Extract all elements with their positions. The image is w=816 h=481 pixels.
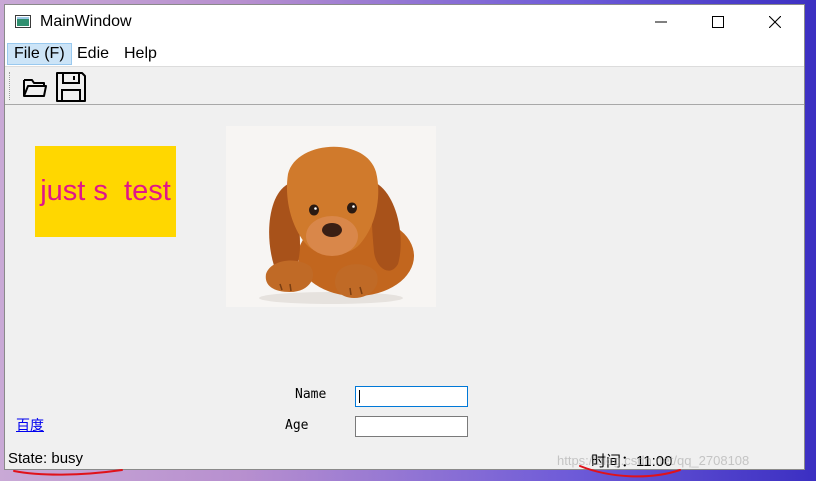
name-input[interactable] (355, 386, 468, 407)
window-title: MainWindow (40, 13, 132, 30)
watermark: https://blog.csdn.net/qq_2708108 (557, 453, 750, 468)
title-bar[interactable]: MainWindow (5, 5, 804, 39)
name-label: Name (295, 387, 327, 402)
minimize-button[interactable] (632, 5, 690, 39)
menu-edit[interactable]: Edie (71, 43, 115, 65)
toolbar-grip[interactable] (9, 72, 12, 100)
save-button[interactable] (54, 70, 88, 104)
open-button[interactable] (18, 70, 52, 104)
main-window: MainWindow File (F) Edie Help just s tes… (4, 4, 805, 470)
app-window-icon (15, 15, 31, 28)
maximize-button[interactable] (689, 5, 747, 39)
age-label: Age (285, 418, 309, 433)
maximize-icon (712, 16, 724, 28)
state-status: State: busy (8, 450, 84, 467)
toolbar (5, 67, 804, 105)
minimize-icon (655, 21, 667, 23)
puppy-image (226, 126, 436, 307)
close-icon (769, 16, 781, 28)
text-caret (359, 390, 360, 403)
dog-illustration (259, 146, 414, 304)
test-label: just s test (35, 146, 176, 237)
close-button[interactable] (746, 5, 804, 39)
folder-open-icon (23, 79, 47, 97)
floppy-save-icon (56, 72, 86, 102)
menu-file[interactable]: File (F) (7, 43, 72, 65)
baidu-link[interactable]: 百度 (16, 415, 44, 435)
menu-bar: File (F) Edie Help (5, 39, 804, 67)
menu-help[interactable]: Help (118, 43, 163, 65)
age-input[interactable] (355, 416, 468, 437)
